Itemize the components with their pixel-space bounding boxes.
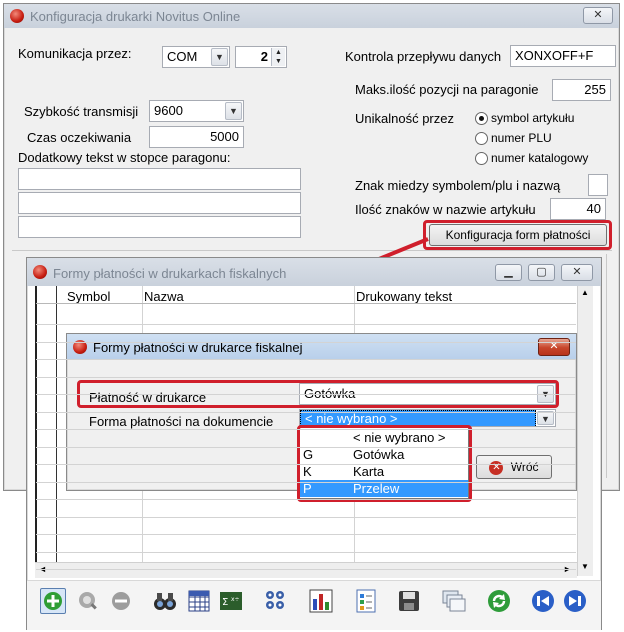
grid-row-line [36,534,576,535]
col-nazwa[interactable]: Nazwa [144,289,184,304]
filter-icon[interactable] [263,588,289,614]
grid-row-line [36,569,576,570]
document-icon[interactable] [353,588,379,614]
chart-icon[interactable] [308,588,334,614]
add-icon[interactable] [40,588,66,614]
save-icon[interactable] [396,588,422,614]
payments-window-title: Formy płatności w drukarkach fiskalnych [53,266,287,281]
col-symbol[interactable]: Symbol [67,289,110,304]
forma-label: Forma płatności na dokumencie [89,414,274,429]
next-icon[interactable] [562,588,588,614]
wroc-button[interactable]: ✕ Wróć [476,455,552,479]
payments-close-button[interactable]: ✕ [561,264,593,281]
grid-row-line [36,446,576,448]
scroll-up-icon[interactable]: ▲ [581,288,589,297]
grid-row-line [36,376,576,378]
horizontal-scrollbar[interactable]: ◄ ► [35,562,577,578]
grid-row-line [36,464,576,465]
payments-titlebar: Formy płatności w drukarkach fiskalnych … [27,258,601,286]
prev-icon[interactable] [530,588,556,614]
grid-row-line [36,516,576,518]
windows-icon[interactable] [441,588,467,614]
wroc-label: Wróć [510,460,539,474]
refresh-icon[interactable] [486,588,512,614]
binoculars-icon[interactable] [152,588,178,614]
grid-row-line [36,324,576,325]
svg-text:Σ: Σ [222,597,228,608]
grid-row-line [36,429,576,430]
grid-row-line [36,499,576,500]
grid-header-line [36,303,576,304]
svg-text:x÷: x÷ [231,596,240,603]
chevron-down-icon[interactable]: ▼ [537,411,554,425]
maximize-button[interactable]: ▢ [528,264,555,281]
remove-icon[interactable] [108,588,134,614]
grid-row-line [36,359,576,360]
vertical-scrollbar[interactable]: ▲ ▼ [577,286,593,576]
formula-icon[interactable]: Σx÷ [218,588,244,614]
scroll-down-icon[interactable]: ▼ [581,562,589,571]
grid-icon[interactable] [186,588,212,614]
cancel-icon: ✕ [489,460,504,475]
col-drukowany[interactable]: Drukowany tekst [356,289,452,304]
grid-row-line [36,341,576,343]
dialog-titlebar: Formy płatności w drukarce fiskalnej ✕ [67,334,576,360]
grid-row-line [36,551,576,553]
grid-col-sep [56,286,57,576]
app-logo-icon [33,265,47,279]
grid-row-line [36,481,576,483]
minimize-button[interactable]: ▁ [495,264,522,281]
zoom-icon[interactable] [75,588,101,614]
grid-row-line [36,394,576,395]
grid-row-line [36,411,576,413]
